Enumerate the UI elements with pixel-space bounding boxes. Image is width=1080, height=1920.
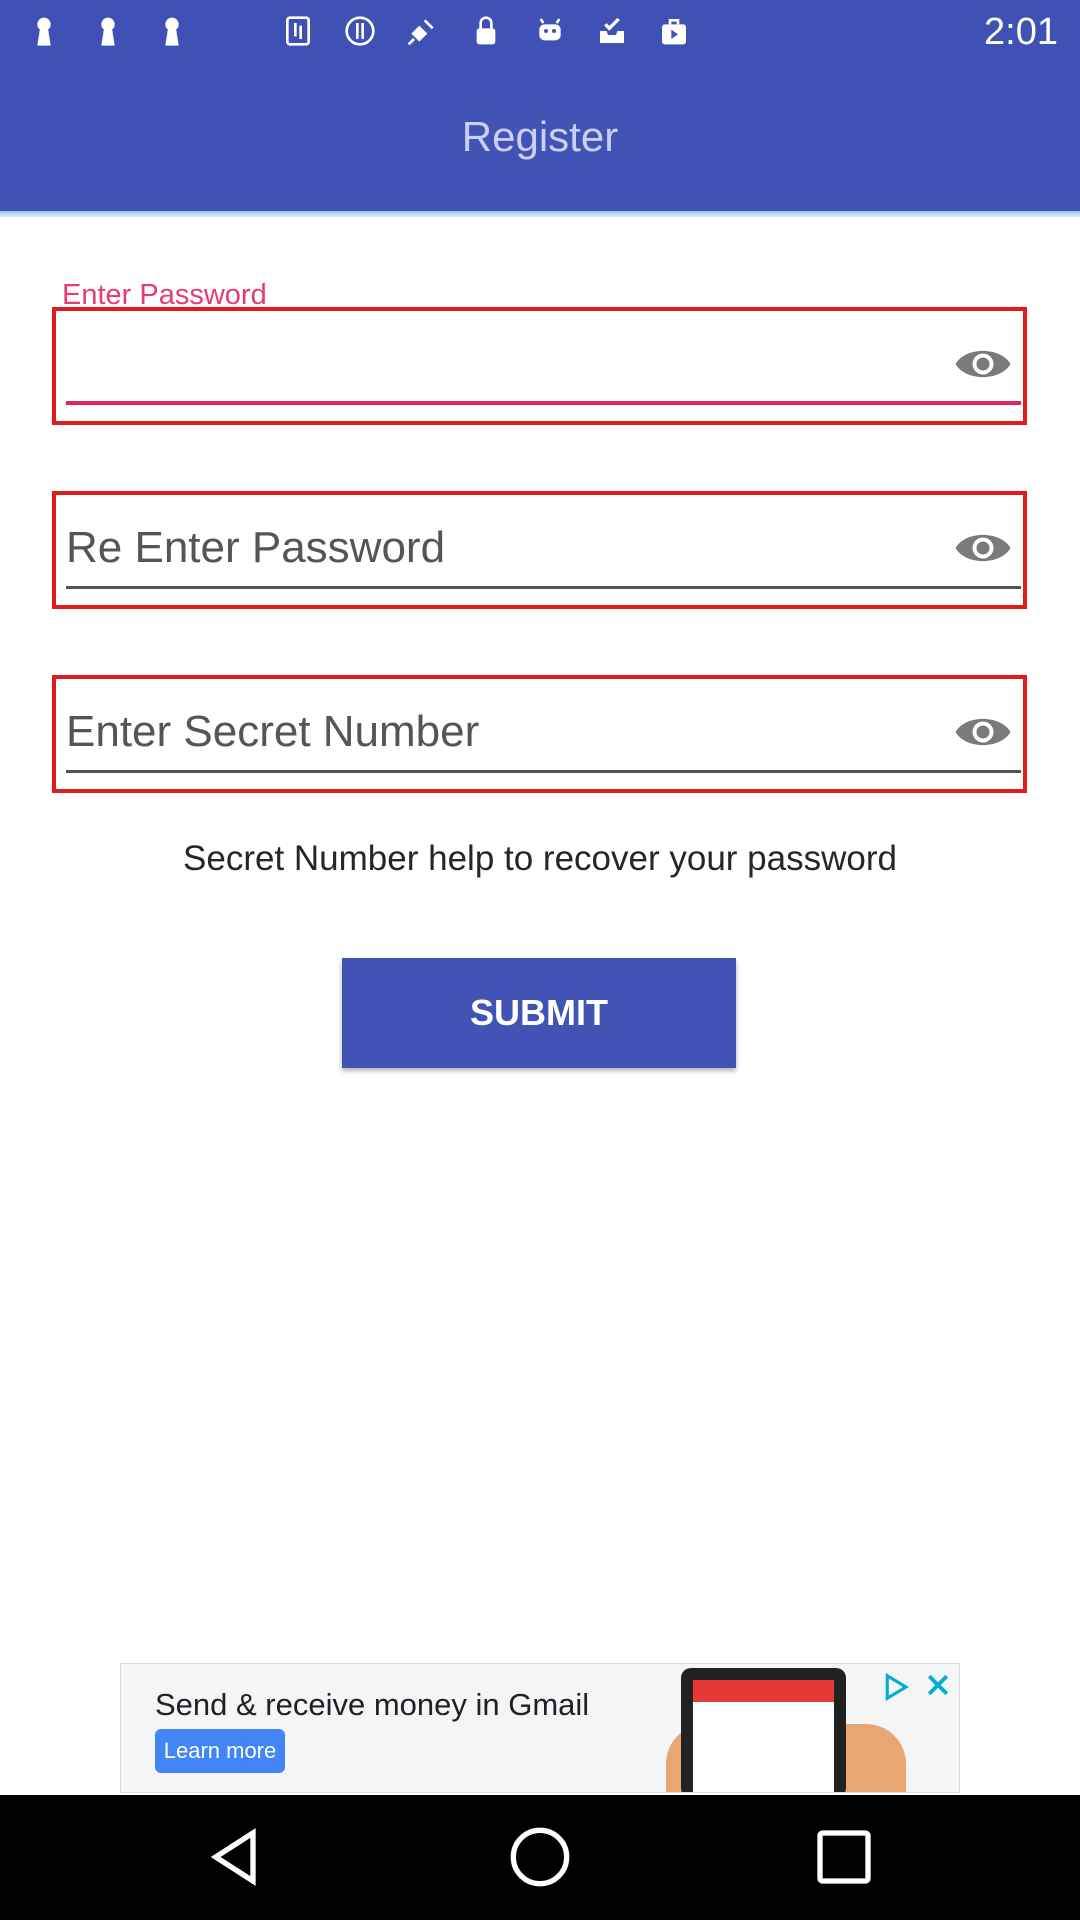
navigation-bar bbox=[0, 1795, 1080, 1920]
re-password-underline bbox=[66, 586, 1021, 589]
submit-button[interactable]: SUBMIT bbox=[342, 958, 736, 1068]
status-bar: 2:01 bbox=[0, 0, 1080, 63]
eye-icon[interactable] bbox=[953, 528, 1013, 568]
secret-number-input[interactable] bbox=[66, 699, 956, 765]
helper-text: Secret Number help to recover your passw… bbox=[183, 839, 897, 878]
keyhole-icon bbox=[92, 14, 124, 48]
app-bar-divider bbox=[0, 211, 1080, 217]
adchoices-icon[interactable] bbox=[881, 1672, 911, 1702]
secret-number-underline bbox=[66, 770, 1021, 773]
inbox-check-icon bbox=[596, 14, 628, 48]
clock: 2:01 bbox=[984, 11, 1058, 53]
password-underline bbox=[66, 401, 1021, 405]
close-icon[interactable] bbox=[923, 1670, 953, 1700]
eye-icon[interactable] bbox=[953, 712, 1013, 752]
re-password-input[interactable] bbox=[66, 515, 956, 581]
recents-icon[interactable] bbox=[812, 1825, 876, 1889]
home-icon[interactable] bbox=[508, 1825, 572, 1889]
ad-banner[interactable]: Send & receive money in Gmail Learn more bbox=[120, 1663, 960, 1793]
keyhole-icon bbox=[156, 14, 188, 48]
learn-more-button[interactable]: Learn more bbox=[155, 1729, 285, 1773]
secret-number-field-container bbox=[52, 675, 1027, 793]
keyhole-icon bbox=[28, 14, 60, 48]
android-icon bbox=[534, 14, 566, 48]
re-password-field-container bbox=[52, 491, 1027, 609]
info-icon bbox=[344, 14, 376, 48]
satellite-icon bbox=[406, 14, 438, 48]
password-input[interactable] bbox=[66, 331, 956, 397]
page-title: Register bbox=[461, 113, 619, 160]
lock-icon bbox=[470, 14, 502, 48]
password-field-container bbox=[52, 307, 1027, 425]
back-icon[interactable] bbox=[205, 1825, 269, 1889]
contacts-icon bbox=[282, 14, 314, 48]
ad-headline: Send & receive money in Gmail bbox=[155, 1687, 590, 1722]
phone-screen-header bbox=[693, 1680, 834, 1702]
app-bar: Register bbox=[0, 63, 1080, 211]
play-bag-icon bbox=[658, 14, 690, 48]
eye-icon[interactable] bbox=[953, 344, 1013, 384]
